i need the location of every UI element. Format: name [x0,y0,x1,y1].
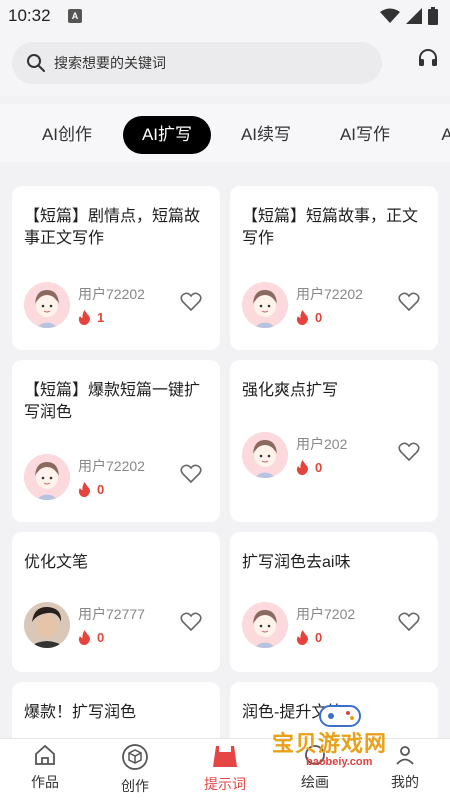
watermark-url: baobeiy.com [306,756,373,768]
nav-works[interactable]: 作品 [10,743,80,792]
nav-prompts-label: 提示词 [204,776,246,792]
fire-icon [296,460,308,475]
card-title: 【短篇】短篇故事，正文写作 [242,208,419,247]
home-icon [35,744,55,765]
fire-icon [296,310,308,325]
notification-a-icon: A [68,9,82,23]
nav-works-label: 作品 [31,774,59,790]
status-time: 10:32 [8,6,51,25]
heart-icon [180,464,202,484]
card-hot-count: 0 [78,482,104,497]
prompt-card[interactable]: 【短篇】短篇故事，正文写作用户72202 0 [230,186,438,350]
headset-icon [419,49,437,66]
wifi-icon [380,8,400,23]
watermark: 宝贝游戏网 baobeiy.com [272,700,422,780]
card-username: 用户72777 [78,606,145,622]
search-input[interactable]: 搜索想要的关键词 [12,42,382,84]
favorite-button[interactable] [398,292,420,317]
heart-icon [180,292,202,312]
tab-ai-write[interactable]: AI写作 [320,116,410,154]
hot-count-value: 0 [97,630,105,645]
cube-icon [122,744,148,770]
avatar[interactable] [24,602,70,648]
favorite-button[interactable] [180,464,202,489]
heart-icon [398,442,420,462]
card-hot-count: 0 [296,630,322,645]
search-header: 搜索想要的关键词 [0,32,450,96]
nav-create[interactable]: 创作 [100,743,170,796]
prompt-card[interactable]: 强化爽点扩写用户202 0 [230,360,438,522]
tab-ai-create[interactable]: AI创作 [22,116,112,154]
hot-count-value: 1 [97,310,105,325]
category-tabs: AI创作 AI扩写 AI续写 AI写作 A [0,104,450,162]
card-username: 用户72202 [78,286,145,302]
hot-count-value: 0 [315,460,323,475]
card-username: 用户7202 [296,606,356,622]
prompt-card[interactable]: 扩写润色去ai味用户7202 0 [230,532,438,672]
favorite-button[interactable] [398,442,420,467]
card-username: 用户202 [296,436,348,452]
tab-ai-expand[interactable]: AI扩写 [123,116,211,154]
fire-icon [78,482,90,497]
card-username: 用户72202 [78,458,145,474]
heart-icon [398,292,420,312]
avatar[interactable] [242,282,288,328]
tab-partial[interactable]: A [432,116,450,154]
hot-count-value: 0 [315,310,323,325]
prompt-card[interactable]: 【短篇】爆款短篇一键扩写润色用户72202 0 [12,360,220,522]
card-title: 扩写润色去ai味 [242,554,351,571]
prompt-card[interactable]: 优化文笔用户72777 0 [12,532,220,672]
avatar[interactable] [24,282,70,328]
avatar[interactable] [24,454,70,500]
card-title: 优化文笔 [24,554,89,571]
hot-count-value: 0 [315,630,323,645]
nav-prompts[interactable]: 提示词 [190,743,260,794]
favorite-button[interactable] [180,612,202,637]
prompt-icon [213,746,237,767]
card-hot-count: 0 [296,310,322,325]
nav-create-label: 创作 [121,778,149,794]
fire-icon [78,630,90,645]
hot-count-value: 0 [97,482,105,497]
fire-icon [78,310,90,325]
card-title: 爆款！扩写润色 [24,704,137,721]
card-hot-count: 0 [296,460,322,475]
favorite-button[interactable] [398,612,420,637]
card-title: 强化爽点扩写 [242,382,339,399]
battery-icon [428,7,438,25]
search-placeholder: 搜索想要的关键词 [54,55,166,71]
signal-icon [406,8,422,24]
card-hot-count: 0 [78,630,104,645]
heart-icon [398,612,420,632]
headset-button[interactable] [416,46,440,75]
favorite-button[interactable] [180,292,202,317]
heart-icon [180,612,202,632]
card-username: 用户72202 [296,286,363,302]
avatar[interactable] [242,602,288,648]
watermark-text: 宝贝游戏网 [272,731,388,756]
prompt-card[interactable]: 【短篇】剧情点，短篇故事正文写作用户72202 1 [12,186,220,350]
card-hot-count: 1 [78,310,104,325]
avatar[interactable] [242,432,288,478]
search-icon [27,54,45,72]
tab-ai-continue[interactable]: AI续写 [222,116,310,154]
fire-icon [296,630,308,645]
card-title: 【短篇】爆款短篇一键扩写润色 [24,382,201,421]
status-bar: 10:32 A [0,0,450,32]
system-icons [380,7,438,25]
card-title: 【短篇】剧情点，短篇故事正文写作 [24,208,201,247]
